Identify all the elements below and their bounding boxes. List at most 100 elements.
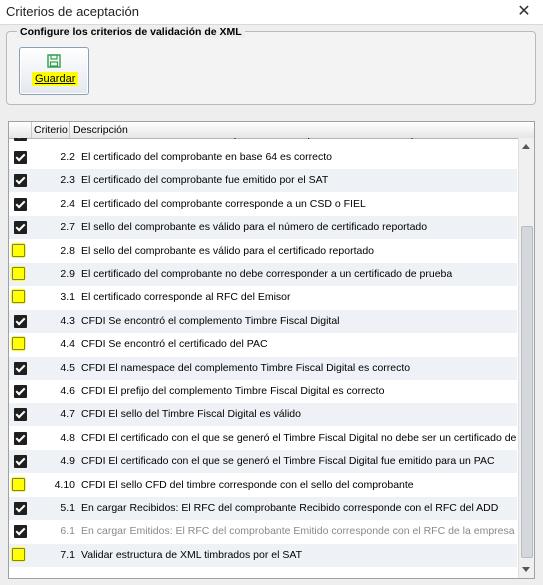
highlight-marker	[11, 266, 26, 281]
row-criterio: 4.7	[60, 408, 75, 421]
row-descripcion: En cargar Recibidos: El RFC del comproba…	[81, 502, 499, 514]
highlight-marker	[11, 242, 26, 258]
row-checkbox[interactable]	[12, 337, 25, 351]
table-row[interactable]: 2.8 El sello del comprobante es válido pa…	[9, 240, 517, 263]
row-criterio: 6.1	[60, 525, 75, 538]
table-row[interactable]: 4.6 CFDI El prefijo del complemento Timbr…	[9, 380, 517, 403]
save-button[interactable]: Guardar	[19, 47, 89, 95]
row-checkbox[interactable]	[14, 221, 27, 235]
row-criterio: 2.4	[60, 197, 75, 210]
table-row[interactable]: 4.7 CFDI El sello del Timbre Fiscal Digit…	[9, 403, 517, 427]
group-label: Configure los criterios de validación de…	[17, 26, 245, 38]
column-header-criterio[interactable]: Criterio	[34, 124, 68, 136]
row-descripcion: El número de certificado del comprobante…	[81, 138, 446, 140]
table-row-partial[interactable]: 2.1 El número de certificado del comproba…	[9, 138, 517, 146]
table-row[interactable]: 7.1 Validar estructura de XML timbrados p…	[9, 543, 517, 567]
row-checkbox[interactable]	[12, 290, 25, 304]
row-descripcion: CFDI El prefijo del complemento Timbre F…	[81, 385, 385, 397]
highlight-marker	[11, 476, 26, 492]
table-row[interactable]: 4.10 CFDI El sello CFD del timbre corresp…	[9, 474, 517, 497]
row-criterio: 5.1	[60, 502, 75, 514]
scroll-up-icon[interactable]	[522, 144, 530, 149]
row-checkbox[interactable]	[14, 525, 27, 539]
row-criterio: 2.2	[60, 151, 75, 163]
row-checkbox[interactable]	[14, 455, 27, 469]
row-criterio: 4.4	[60, 338, 75, 351]
row-descripcion: El sello del comprobante es válido para …	[81, 221, 428, 234]
highlight-marker	[11, 546, 26, 562]
row-criterio: 7.1	[60, 548, 75, 561]
row-criterio: 2.3	[60, 174, 75, 187]
row-criterio: 2.1	[35, 138, 75, 140]
table-row[interactable]: 2.9 El certificado del comprobante no deb…	[9, 263, 517, 286]
row-descripcion: CFDI Se encontró el certificado del PAC	[81, 338, 268, 351]
table-row[interactable]: 4.9 CFDI El certificado con el que se gen…	[9, 450, 517, 474]
table-header: Criterio Descripción	[9, 122, 534, 139]
row-descripcion: CFDI El sello del Timbre Fiscal Digital …	[81, 408, 301, 421]
row-descripcion: El certificado del comprobante en base 6…	[81, 151, 332, 163]
row-checkbox[interactable]	[14, 174, 27, 188]
table-row[interactable]: 6.1 En cargar Emitidos: El RFC del compro…	[9, 520, 517, 543]
vertical-scrollbar[interactable]	[518, 138, 534, 578]
row-checkbox[interactable]	[14, 314, 27, 328]
validation-criteria-group: Configure los criterios de validación de…	[6, 26, 536, 105]
row-descripcion: El certificado del comprobante no debe c…	[81, 268, 453, 280]
highlight-marker	[11, 336, 26, 352]
column-header-descripcion[interactable]: Descripción	[73, 124, 128, 136]
row-checkbox[interactable]	[12, 547, 25, 561]
criteria-table: Criterio Descripción 2.1 El número de cer…	[8, 121, 535, 579]
title-bar: Criterios de aceptación ✕	[0, 0, 543, 24]
table-row[interactable]: 4.5 CFDI El namespace del complemento Tim…	[9, 356, 517, 380]
row-checkbox[interactable]	[14, 151, 27, 164]
row-descripcion: Validar estructura de XML timbrados por …	[81, 548, 302, 561]
table-row[interactable]: 5.1 En cargar Recibidos: El RFC del compr…	[9, 497, 517, 520]
row-criterio: 4.3	[60, 314, 75, 327]
row-checkbox[interactable]	[14, 361, 27, 375]
row-checkbox[interactable]	[14, 502, 27, 515]
window-title: Criterios de aceptación	[6, 4, 139, 19]
row-checkbox[interactable]	[14, 197, 27, 211]
row-criterio: 3.1	[60, 291, 75, 304]
row-descripcion: CFDI Se encontró el complemento Timbre F…	[81, 314, 340, 327]
row-checkbox[interactable]	[12, 477, 25, 491]
table-row[interactable]: 4.3 CFDI Se encontró el complemento Timbr…	[9, 309, 517, 333]
table-row[interactable]: 2.4 El certificado del comprobante corres…	[9, 193, 517, 216]
row-checkbox[interactable]	[14, 385, 27, 398]
row-checkbox[interactable]	[14, 138, 27, 141]
row-descripcion: El sello del comprobante es válido para …	[81, 244, 375, 257]
dialog-body: Configure los criterios de validación de…	[0, 24, 543, 585]
row-descripcion: En cargar Emitidos: El RFC del comproban…	[81, 525, 515, 538]
row-descripcion: El certificado corresponde al RFC del Em…	[81, 291, 291, 304]
row-descripcion: CFDI El namespace del complemento Timbre…	[81, 361, 411, 374]
table-row[interactable]: 4.8 CFDI El certificado con el que se gen…	[9, 427, 517, 450]
row-criterio: 2.8	[60, 244, 75, 257]
row-checkbox[interactable]	[12, 243, 25, 257]
row-checkbox[interactable]	[14, 408, 27, 422]
highlight-marker	[11, 289, 26, 305]
row-descripcion: CFDI El certificado con el que se generó…	[81, 431, 517, 444]
row-criterio: 4.10	[54, 478, 75, 491]
row-descripcion: CFDI El sello CFD del timbre corresponde…	[81, 478, 414, 491]
table-row[interactable]: 3.1 El certificado corresponde al RFC del…	[9, 286, 517, 309]
row-descripcion: El certificado del comprobante correspon…	[81, 197, 366, 210]
row-descripcion: El certificado del comprobante fue emiti…	[81, 174, 329, 187]
row-criterio: 4.5	[60, 361, 75, 374]
floppy-disk-icon	[47, 54, 61, 68]
table-row[interactable]: 2.3 El certificado del comprobante fue em…	[9, 169, 517, 193]
row-checkbox[interactable]	[12, 267, 25, 280]
row-criterio: 4.9	[60, 455, 75, 468]
row-criterio: 4.8	[60, 431, 75, 444]
row-criterio: 4.6	[60, 385, 75, 397]
save-button-label: Guardar	[32, 72, 79, 86]
table-body: 2.1 El número de certificado del comproba…	[9, 138, 517, 578]
row-descripcion: CFDI El certificado con el que se generó…	[81, 455, 495, 468]
scroll-down-icon[interactable]	[522, 567, 530, 572]
table-row[interactable]: 4.4 CFDI Se encontró el certificado del P…	[9, 333, 517, 356]
row-criterio: 2.9	[60, 268, 75, 280]
table-row[interactable]: 2.2 El certificado del comprobante en bas…	[9, 146, 517, 169]
close-icon[interactable]: ✕	[511, 1, 537, 23]
scrollbar-thumb[interactable]	[521, 226, 533, 558]
row-criterio: 2.7	[60, 221, 75, 234]
row-checkbox[interactable]	[14, 431, 27, 445]
table-row[interactable]: 2.7 El sello del comprobante es válido pa…	[9, 216, 517, 240]
